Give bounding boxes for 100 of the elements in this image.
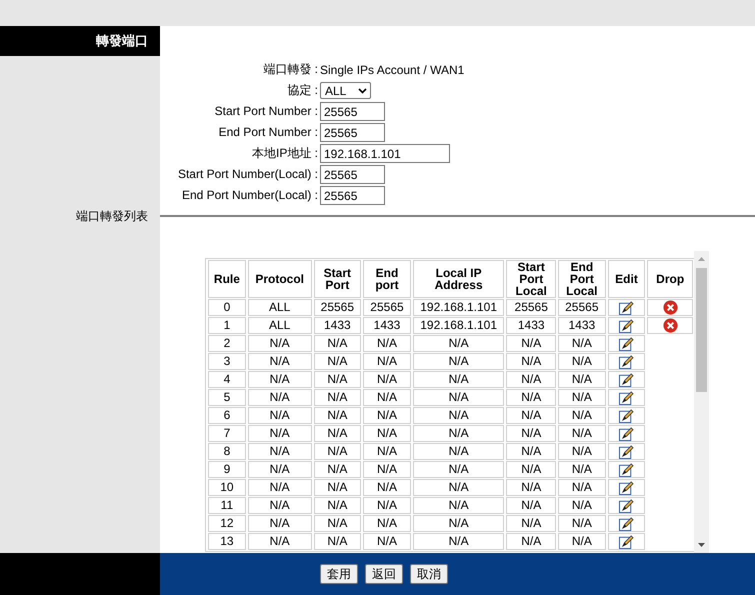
table-cell: N/A bbox=[363, 425, 411, 442]
field-label: End Port Number : bbox=[218, 124, 318, 141]
table-cell: N/A bbox=[363, 515, 411, 532]
table-cell: N/A bbox=[412, 389, 504, 406]
table-cell: N/A bbox=[248, 371, 312, 388]
table-cell: N/A bbox=[314, 407, 362, 424]
column-header: Rule bbox=[208, 260, 246, 298]
table-cell: N/A bbox=[558, 533, 606, 550]
table-cell: N/A bbox=[363, 497, 411, 514]
action-button[interactable]: 返回 bbox=[365, 564, 403, 584]
table-cell: N/A bbox=[314, 533, 362, 550]
table-cell: 1433 bbox=[363, 317, 411, 334]
input-field[interactable]: 25565 bbox=[320, 123, 385, 142]
field-label: 端口轉發 : bbox=[262, 61, 318, 78]
table-cell: N/A bbox=[506, 533, 556, 550]
input-field[interactable]: 25565 bbox=[320, 165, 385, 184]
table-cell: 10 bbox=[208, 479, 246, 496]
table-cell: 2 bbox=[208, 335, 246, 352]
pen-icon[interactable] bbox=[618, 300, 634, 315]
table-cell: 9 bbox=[208, 461, 246, 478]
table-cell: N/A bbox=[412, 335, 504, 352]
table-cell: N/A bbox=[506, 461, 556, 478]
pen-icon[interactable] bbox=[618, 372, 634, 387]
input-field[interactable]: 192.168.1.101 bbox=[320, 144, 450, 163]
input-field[interactable]: 25565 bbox=[320, 186, 385, 205]
pen-icon[interactable] bbox=[618, 534, 634, 549]
table-cell: N/A bbox=[314, 389, 362, 406]
scrollbar[interactable] bbox=[694, 251, 709, 553]
table-cell: N/A bbox=[314, 515, 362, 532]
table-cell: N/A bbox=[506, 497, 556, 514]
table-cell: 25565 bbox=[506, 299, 556, 316]
pen-icon[interactable] bbox=[618, 408, 634, 423]
table-cell: N/A bbox=[558, 515, 606, 532]
table-cell: 25565 bbox=[558, 299, 606, 316]
column-header: End Port Local bbox=[558, 260, 606, 298]
table-cell: N/A bbox=[248, 515, 312, 532]
table-cell: N/A bbox=[506, 425, 556, 442]
table-cell: N/A bbox=[363, 335, 411, 352]
table-cell: N/A bbox=[248, 407, 312, 424]
pen-icon[interactable] bbox=[618, 480, 634, 495]
table-cell: N/A bbox=[506, 443, 556, 460]
table-cell: N/A bbox=[363, 407, 411, 424]
table-cell: N/A bbox=[363, 353, 411, 370]
table-cell: 4 bbox=[208, 371, 246, 388]
pen-icon[interactable] bbox=[618, 390, 634, 405]
table-cell: N/A bbox=[248, 479, 312, 496]
table-cell: N/A bbox=[248, 389, 312, 406]
table-cell: N/A bbox=[248, 497, 312, 514]
pen-icon[interactable] bbox=[618, 516, 634, 531]
table-cell: N/A bbox=[558, 461, 606, 478]
pen-icon[interactable] bbox=[618, 444, 634, 459]
table-cell: N/A bbox=[363, 479, 411, 496]
table-cell: 12 bbox=[208, 515, 246, 532]
table-cell: 3 bbox=[208, 353, 246, 370]
protocol-select[interactable]: ALL bbox=[320, 82, 371, 99]
table-cell: N/A bbox=[314, 425, 362, 442]
action-button[interactable]: 套用 bbox=[320, 564, 358, 584]
table-cell: 25565 bbox=[314, 299, 362, 316]
table-cell: N/A bbox=[248, 533, 312, 550]
table-cell: N/A bbox=[558, 407, 606, 424]
table-cell: N/A bbox=[506, 353, 556, 370]
table-cell: N/A bbox=[558, 335, 606, 352]
table-cell: N/A bbox=[558, 389, 606, 406]
pen-icon[interactable] bbox=[618, 318, 634, 333]
table-cell: N/A bbox=[363, 461, 411, 478]
table-cell: N/A bbox=[314, 335, 362, 352]
table-cell: 1433 bbox=[558, 317, 606, 334]
account-value: Single IPs Account / WAN1 bbox=[320, 62, 464, 76]
table-cell: N/A bbox=[558, 425, 606, 442]
table-cell: N/A bbox=[412, 443, 504, 460]
table-cell: N/A bbox=[558, 353, 606, 370]
delete-icon[interactable] bbox=[662, 318, 678, 333]
table-cell: N/A bbox=[412, 371, 504, 388]
table-cell: N/A bbox=[363, 443, 411, 460]
pen-icon[interactable] bbox=[618, 462, 634, 477]
table-cell: N/A bbox=[558, 497, 606, 514]
table-cell: N/A bbox=[412, 479, 504, 496]
delete-icon[interactable] bbox=[662, 300, 678, 315]
table-cell: 5 bbox=[208, 389, 246, 406]
column-header: Protocol bbox=[248, 260, 312, 298]
pen-icon[interactable] bbox=[618, 498, 634, 513]
table-cell: N/A bbox=[412, 407, 504, 424]
pen-icon[interactable] bbox=[618, 336, 634, 351]
pen-icon[interactable] bbox=[618, 426, 634, 441]
section-title: 轉發端口 bbox=[0, 26, 160, 56]
table-cell: N/A bbox=[558, 443, 606, 460]
table-cell: N/A bbox=[314, 353, 362, 370]
table-cell: N/A bbox=[314, 497, 362, 514]
table-cell: N/A bbox=[314, 461, 362, 478]
table-cell: N/A bbox=[412, 497, 504, 514]
table-cell: 192.168.1.101 bbox=[412, 317, 504, 334]
table-cell: 1 bbox=[208, 317, 246, 334]
table-cell: 11 bbox=[208, 497, 246, 514]
table-cell: N/A bbox=[506, 515, 556, 532]
input-field[interactable]: 25565 bbox=[320, 102, 385, 121]
table-cell: N/A bbox=[412, 533, 504, 550]
table-cell: 7 bbox=[208, 425, 246, 442]
pen-icon[interactable] bbox=[618, 354, 634, 369]
action-button[interactable]: 取消 bbox=[410, 564, 448, 584]
column-header: Local IP Address bbox=[412, 260, 504, 298]
